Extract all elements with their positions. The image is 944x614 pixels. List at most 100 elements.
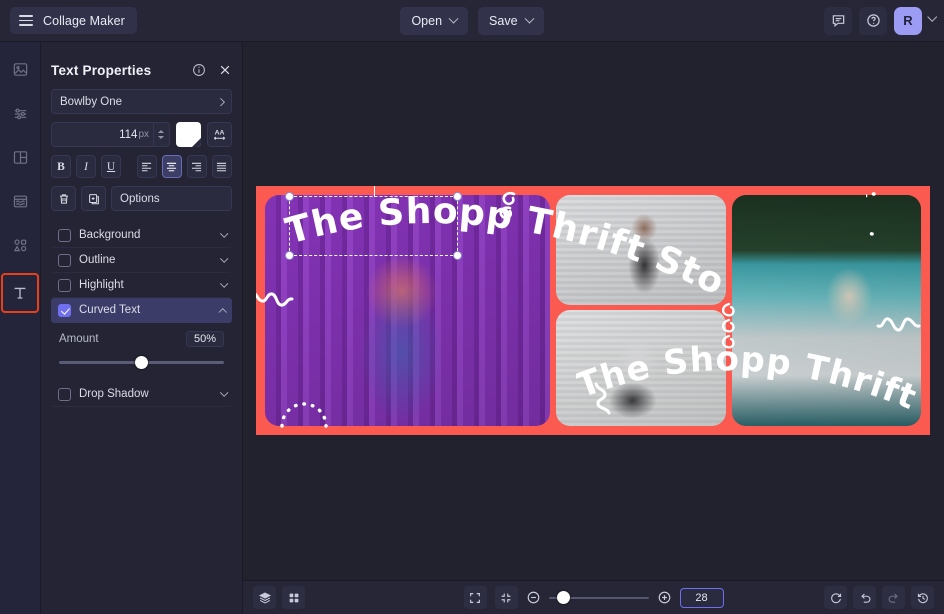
chevron-right-icon: [216, 98, 224, 106]
letter-spacing-button[interactable]: AA: [207, 122, 232, 147]
sidebar-item-images[interactable]: [3, 54, 37, 84]
photo-woman-black-top-fence[interactable]: [556, 195, 726, 305]
accordion-background[interactable]: Background: [51, 223, 232, 248]
photo-shade: [556, 195, 726, 305]
resize-handle-top-right[interactable]: [453, 192, 462, 201]
bottom-left-tools: [253, 586, 305, 609]
svg-text:AA: AA: [215, 130, 225, 137]
refresh-icon[interactable]: [824, 586, 847, 609]
zoom-input[interactable]: [680, 588, 724, 608]
top-center-actions: Open Save: [0, 0, 944, 42]
help-circle-icon[interactable]: [859, 7, 887, 35]
sidebar-item-adjust[interactable]: [3, 98, 37, 128]
layers-icon[interactable]: [253, 586, 276, 609]
background-checkbox[interactable]: [58, 229, 71, 242]
chevron-down-icon: [220, 230, 228, 238]
amount-slider[interactable]: [59, 354, 224, 370]
sidebar-item-text[interactable]: [2, 274, 38, 312]
italic-button[interactable]: I: [76, 155, 96, 178]
zoom-slider[interactable]: [549, 590, 649, 606]
font-size-unit: px: [138, 129, 149, 140]
font-size-input[interactable]: 114 px: [51, 122, 170, 147]
sidebar-item-layout[interactable]: [3, 142, 37, 172]
font-family-select[interactable]: Bowlby One: [51, 89, 232, 114]
top-bar: Collage Maker Open Save R: [0, 0, 944, 42]
amount-label: Amount: [59, 333, 99, 345]
rotate-line: [374, 186, 375, 197]
resize-handle-bottom-left[interactable]: [285, 251, 294, 260]
hamburger-icon[interactable]: [19, 15, 33, 26]
open-label: Open: [411, 14, 442, 28]
grid-icon[interactable]: [282, 586, 305, 609]
slider-knob[interactable]: [135, 356, 148, 369]
photo-woman-sneakers-sitting[interactable]: [556, 310, 726, 426]
zoom-slider-knob[interactable]: [557, 591, 570, 604]
chevron-down-icon: [220, 280, 228, 288]
panel-header: Text Properties: [51, 51, 232, 89]
sidebar-item-shapes[interactable]: [3, 230, 37, 260]
align-center-button[interactable]: [162, 155, 182, 178]
save-button[interactable]: Save: [478, 7, 544, 35]
page-title: Text Properties: [51, 63, 151, 78]
text-color-swatch[interactable]: [176, 122, 201, 147]
artboard[interactable]: The Shopp Thrift Store The Shopp Thrift …: [256, 186, 930, 435]
font-family-value: Bowlby One: [60, 96, 122, 108]
photo-woman-bandana-in-truck[interactable]: [732, 195, 921, 426]
duplicate-button[interactable]: [81, 186, 106, 211]
accordion-background-label: Background: [79, 229, 140, 241]
options-button[interactable]: Options: [111, 186, 232, 211]
app-menu-button[interactable]: Collage Maker: [10, 7, 137, 34]
fit-screen-icon[interactable]: [464, 586, 487, 609]
bold-button[interactable]: B: [51, 155, 71, 178]
bottom-toolbar: [243, 580, 944, 614]
highlight-checkbox[interactable]: [58, 279, 71, 292]
drop-shadow-checkbox[interactable]: [58, 388, 71, 401]
curved-text-amount-block: Amount 50%: [51, 323, 232, 380]
text-properties-panel: Text Properties Bowlby One 114 px: [41, 42, 243, 614]
align-justify-button[interactable]: [212, 155, 232, 178]
shrink-icon[interactable]: [495, 586, 518, 609]
format-spacer: [126, 155, 132, 178]
amount-row: Amount 50%: [59, 331, 224, 347]
amount-value: 50%: [186, 331, 224, 347]
comment-icon[interactable]: [824, 7, 852, 35]
photo-shade: [732, 195, 921, 426]
open-button[interactable]: Open: [400, 7, 468, 35]
sidebar-item-background[interactable]: [3, 186, 37, 216]
info-circle-icon[interactable]: [192, 63, 206, 77]
chevron-down-icon: [220, 255, 228, 263]
accordion-curved-text-label: Curved Text: [79, 304, 140, 316]
canvas-stage[interactable]: The Shopp Thrift Store The Shopp Thrift …: [243, 42, 944, 580]
undo-icon[interactable]: [853, 586, 876, 609]
accordion-outline[interactable]: Outline: [51, 248, 232, 273]
chevron-down-icon: [449, 13, 459, 23]
chevron-down-icon: [220, 389, 228, 397]
accordion-highlight[interactable]: Highlight: [51, 273, 232, 298]
align-left-button[interactable]: [137, 155, 157, 178]
chevron-down-icon[interactable]: [927, 12, 937, 22]
options-label: Options: [120, 193, 160, 205]
accordion-drop-shadow-label: Drop Shadow: [79, 388, 149, 400]
underline-button[interactable]: U: [101, 155, 121, 178]
font-size-stepper[interactable]: [153, 123, 166, 146]
delete-button[interactable]: [51, 186, 76, 211]
resize-handle-top-left[interactable]: [285, 192, 294, 201]
outline-checkbox[interactable]: [58, 254, 71, 267]
save-label: Save: [489, 14, 518, 28]
curved-text-checkbox[interactable]: [58, 304, 71, 317]
chevron-up-icon: [218, 309, 226, 317]
zoom-out-icon[interactable]: [526, 590, 541, 605]
accordion-outline-label: Outline: [79, 254, 115, 266]
align-right-button[interactable]: [187, 155, 207, 178]
accordion-curved-text[interactable]: Curved Text: [51, 298, 232, 323]
history-icon[interactable]: [911, 586, 934, 609]
selection-box[interactable]: [289, 196, 458, 256]
resize-handle-bottom-right[interactable]: [453, 251, 462, 260]
avatar[interactable]: R: [894, 7, 922, 35]
text-tools-row: Options: [51, 186, 232, 211]
redo-icon[interactable]: [882, 586, 905, 609]
zoom-in-icon[interactable]: [657, 590, 672, 605]
close-icon[interactable]: [218, 63, 232, 77]
accordion-drop-shadow[interactable]: Drop Shadow: [51, 382, 232, 407]
bottom-right-tools: [824, 586, 934, 609]
